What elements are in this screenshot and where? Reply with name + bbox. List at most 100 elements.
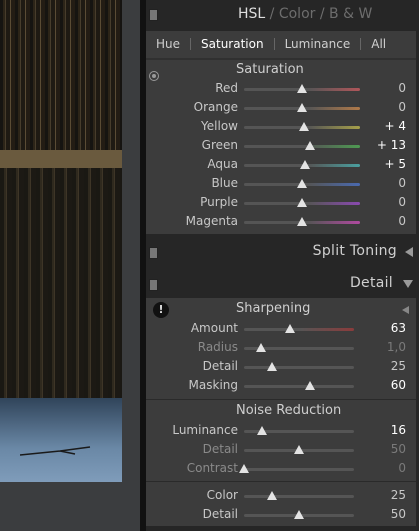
slider-thumb[interactable] [304,141,315,150]
slider-value[interactable]: 50 [391,507,406,521]
detail-row-contrast: Contrast 0 [146,459,416,478]
canvas-background [0,482,122,531]
slider-track[interactable] [244,328,354,331]
saturation-row-blue: Blue 0 [146,174,416,193]
slider-label: Luminance [172,423,238,437]
slider-thumb[interactable] [299,160,310,169]
slider-track[interactable] [244,366,354,369]
photo-water [0,398,122,482]
slider-thumb[interactable] [305,381,315,390]
slider-value[interactable]: 1,0 [387,340,406,354]
detail-row-radius: Radius 1,0 [146,338,416,357]
split-toning-header[interactable]: Split Toning [146,240,419,264]
slider-thumb[interactable] [256,426,267,435]
slider-value[interactable]: 0 [398,195,406,209]
detail-row-masking: Masking 60 [146,376,416,395]
slider-label: Radius [197,340,238,354]
slider-track[interactable] [244,385,354,388]
slider-value[interactable]: 0 [398,461,406,475]
separator: / [315,6,330,22]
slider-thumb[interactable] [299,122,310,131]
slider-value[interactable]: + 4 [384,119,406,133]
slider-label: Detail [202,507,238,521]
slider-label: Detail [202,442,238,456]
slider-label: Masking [188,378,238,392]
slider-label: Aqua [207,157,238,171]
slider-value[interactable]: 0 [398,214,406,228]
sharpening-title: Sharpening [236,301,311,316]
slider-label: Blue [211,176,238,190]
slider-thumb[interactable] [297,179,307,188]
panel-toggle-switch[interactable] [149,9,158,21]
slider-thumb[interactable] [266,362,277,371]
slider-track[interactable] [244,495,354,498]
panel-divider[interactable] [122,0,140,531]
slider-track[interactable] [244,145,360,148]
detail-row-detail: Detail 50 [146,505,416,524]
slider-value[interactable]: 25 [391,488,406,502]
tab-luminance[interactable]: Luminance [275,37,361,51]
hsl-panel-header[interactable]: HSL / Color / B & W [146,2,419,26]
slider-thumb[interactable] [294,510,304,519]
slider-label: Color [206,488,238,502]
detail-row-luminance: Luminance 16 [146,421,416,440]
detail-header[interactable]: Detail [146,272,419,296]
warning-icon[interactable]: ! [153,302,169,318]
panel-toggle-switch[interactable] [149,247,158,259]
slider-label: Yellow [201,119,238,133]
slider-value[interactable]: + 13 [377,138,406,152]
slider-thumb[interactable] [294,445,304,454]
slider-value[interactable]: 0 [398,81,406,95]
slider-thumb[interactable] [239,464,249,473]
saturation-row-aqua: Aqua + 5 [146,155,416,174]
slider-label: Green [201,138,238,152]
slider-thumb[interactable] [255,343,266,352]
slider-value[interactable]: 50 [391,442,406,456]
photo-preview [0,0,140,531]
color-mode[interactable]: Color [279,6,316,22]
separator: / [265,6,279,22]
slider-label: Detail [202,359,238,373]
tab-all[interactable]: All [361,37,396,51]
section-divider [146,481,416,482]
slider-value[interactable]: + 5 [384,157,406,171]
slider-thumb[interactable] [297,103,307,112]
detail-row-detail: Detail 50 [146,440,416,459]
slider-value[interactable]: 0 [398,100,406,114]
slider-label: Red [215,81,238,95]
slider-value[interactable]: 60 [391,378,406,392]
tabs-divider [146,58,416,60]
bw-mode[interactable]: B & W [329,6,372,22]
photo-trees [0,0,122,160]
detail-row-detail: Detail 25 [146,357,416,376]
saturation-row-orange: Orange 0 [146,98,416,117]
target-adjustment-icon[interactable] [149,71,159,81]
slider-thumb[interactable] [297,217,307,226]
saturation-row-yellow: Yellow + 4 [146,117,416,136]
slider-thumb[interactable] [266,491,277,500]
slider-label: Orange [193,100,238,114]
sharpening-collapse-icon[interactable] [402,306,409,314]
develop-right-panel: HSL / Color / B & W Hue Saturation Lumin… [140,0,419,531]
slider-track[interactable] [244,468,354,471]
slider-value[interactable]: 0 [398,176,406,190]
hsl-tabs: Hue Saturation Luminance All [146,31,416,57]
detail-row-color: Color 25 [146,486,416,505]
noise-reduction-title: Noise Reduction [236,403,342,418]
slider-thumb[interactable] [285,324,296,333]
slider-thumb[interactable] [297,84,307,93]
panel-toggle-switch[interactable] [149,279,158,291]
expand-down-icon[interactable] [403,280,413,288]
hsl-color-bw-title: HSL / Color / B & W [238,6,372,22]
slider-value[interactable]: 16 [391,423,406,437]
photo-reflection [0,168,122,398]
saturation-row-red: Red 0 [146,79,416,98]
tab-hue[interactable]: Hue [146,37,190,51]
slider-value[interactable]: 25 [391,359,406,373]
collapse-left-icon[interactable] [405,247,413,257]
tab-saturation[interactable]: Saturation [191,37,274,51]
hsl-mode[interactable]: HSL [238,6,265,22]
saturation-title: Saturation [236,62,304,77]
slider-value[interactable]: 63 [391,321,406,335]
slider-thumb[interactable] [297,198,307,207]
